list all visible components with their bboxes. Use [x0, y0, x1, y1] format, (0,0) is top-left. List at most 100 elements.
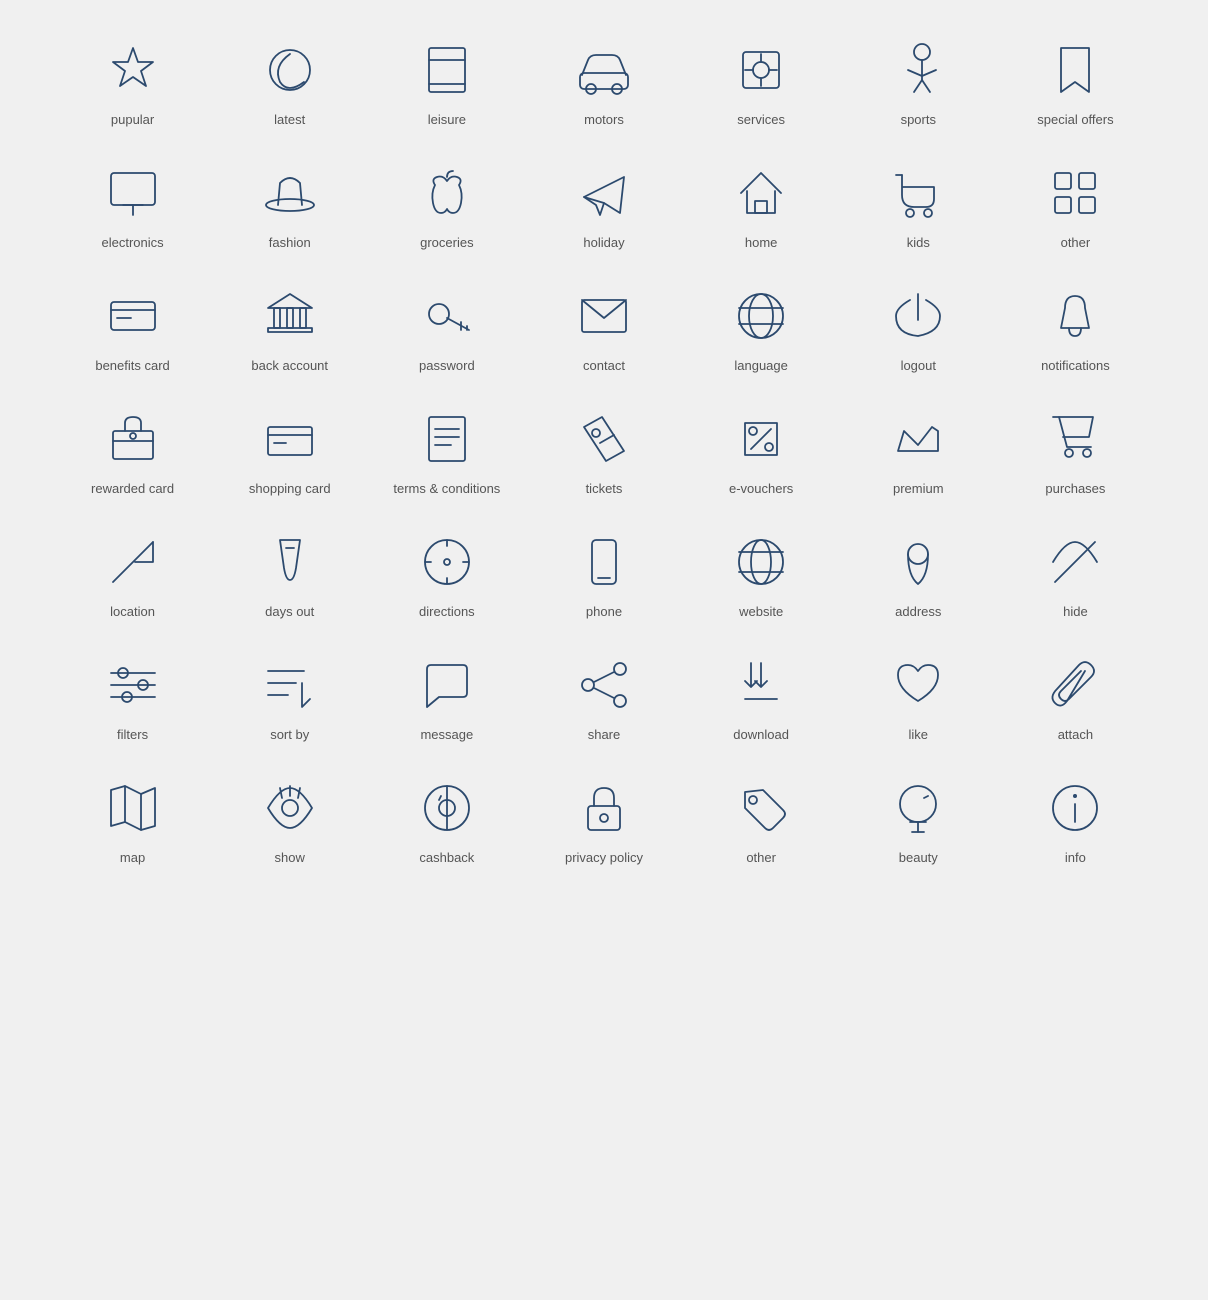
purchases-icon[interactable]: purchases	[997, 389, 1154, 512]
cashback-icon-svg	[417, 778, 477, 838]
fashion-icon[interactable]: fashion	[211, 143, 368, 266]
logout-icon[interactable]: logout	[840, 266, 997, 389]
icon-label: logout	[901, 358, 936, 373]
icon-label: message	[420, 727, 473, 742]
icon-label: terms & conditions	[393, 481, 500, 496]
notifications-icon[interactable]: notifications	[997, 266, 1154, 389]
password-icon-svg	[417, 286, 477, 346]
icon-label: show	[275, 850, 305, 865]
icon-label: e-vouchers	[729, 481, 793, 496]
fashion-icon-svg	[260, 163, 320, 223]
info-icon[interactable]: info	[997, 758, 1154, 881]
sports-icon[interactable]: sports	[840, 20, 997, 143]
address-icon[interactable]: address	[840, 512, 997, 635]
privacy-icon[interactable]: privacy policy	[525, 758, 682, 881]
icon-label: fashion	[269, 235, 311, 250]
services-icon[interactable]: services	[683, 20, 840, 143]
phone-icon[interactable]: phone	[525, 512, 682, 635]
icon-label: share	[588, 727, 621, 742]
icon-label: days out	[265, 604, 314, 619]
hide-icon[interactable]: hide	[997, 512, 1154, 635]
share-icon[interactable]: share	[525, 635, 682, 758]
sports-icon-svg	[888, 40, 948, 100]
other-icon-2[interactable]: other	[683, 758, 840, 881]
days-out-icon[interactable]: days out	[211, 512, 368, 635]
days-out-icon-svg	[260, 532, 320, 592]
map-icon-svg	[103, 778, 163, 838]
terms-icon[interactable]: terms & conditions	[368, 389, 525, 512]
kids-icon[interactable]: kids	[840, 143, 997, 266]
share-icon-svg	[574, 655, 634, 715]
website-icon[interactable]: website	[683, 512, 840, 635]
filters-icon[interactable]: filters	[54, 635, 211, 758]
rewarded-card-icon[interactable]: rewarded card	[54, 389, 211, 512]
attach-icon[interactable]: attach	[997, 635, 1154, 758]
like-icon-svg	[888, 655, 948, 715]
attach-icon-svg	[1045, 655, 1105, 715]
icon-label: info	[1065, 850, 1086, 865]
leisure-icon[interactable]: leisure	[368, 20, 525, 143]
icon-label: purchases	[1045, 481, 1105, 496]
show-icon[interactable]: show	[211, 758, 368, 881]
icon-label: premium	[893, 481, 944, 496]
cashback-icon[interactable]: cashback	[368, 758, 525, 881]
evouchers-icon[interactable]: e-vouchers	[683, 389, 840, 512]
download-icon-svg	[731, 655, 791, 715]
other-icon-1[interactable]: other	[997, 143, 1154, 266]
password-icon[interactable]: password	[368, 266, 525, 389]
popular-icon[interactable]: pupular	[54, 20, 211, 143]
language-icon-svg	[731, 286, 791, 346]
rewarded-card-icon-svg	[103, 409, 163, 469]
location-icon-svg	[103, 532, 163, 592]
benefits-card-icon-svg	[103, 286, 163, 346]
home-icon-svg	[731, 163, 791, 223]
filters-icon-svg	[103, 655, 163, 715]
tickets-icon[interactable]: tickets	[525, 389, 682, 512]
icon-label: special offers	[1037, 112, 1113, 127]
premium-icon[interactable]: premium	[840, 389, 997, 512]
popular-icon-svg	[103, 40, 163, 100]
premium-icon-svg	[888, 409, 948, 469]
icon-label: groceries	[420, 235, 473, 250]
map-icon[interactable]: map	[54, 758, 211, 881]
purchases-icon-svg	[1045, 409, 1105, 469]
icon-label: website	[739, 604, 783, 619]
beauty-icon[interactable]: beauty	[840, 758, 997, 881]
sort-by-icon[interactable]: sort by	[211, 635, 368, 758]
home-icon[interactable]: home	[683, 143, 840, 266]
message-icon[interactable]: message	[368, 635, 525, 758]
icon-label: rewarded card	[91, 481, 174, 496]
kids-icon-svg	[888, 163, 948, 223]
icon-label: download	[733, 727, 789, 742]
shopping-card-icon-svg	[260, 409, 320, 469]
groceries-icon[interactable]: groceries	[368, 143, 525, 266]
contact-icon[interactable]: contact	[525, 266, 682, 389]
icon-label: leisure	[428, 112, 466, 127]
hide-icon-svg	[1045, 532, 1105, 592]
holiday-icon[interactable]: holiday	[525, 143, 682, 266]
special-offers-icon-svg	[1045, 40, 1105, 100]
language-icon[interactable]: language	[683, 266, 840, 389]
electronics-icon-svg	[103, 163, 163, 223]
latest-icon[interactable]: latest	[211, 20, 368, 143]
icon-label: location	[110, 604, 155, 619]
latest-icon-svg	[260, 40, 320, 100]
evouchers-icon-svg	[731, 409, 791, 469]
location-icon[interactable]: location	[54, 512, 211, 635]
icon-grid: pupular latest leisure motorsservicessports…	[54, 20, 1154, 881]
icon-label: privacy policy	[565, 850, 643, 865]
download-icon[interactable]: download	[683, 635, 840, 758]
icon-label: address	[895, 604, 941, 619]
back-account-icon[interactable]: back account	[211, 266, 368, 389]
directions-icon[interactable]: directions	[368, 512, 525, 635]
terms-icon-svg	[417, 409, 477, 469]
motors-icon[interactable]: motors	[525, 20, 682, 143]
benefits-card-icon[interactable]: benefits card	[54, 266, 211, 389]
address-icon-svg	[888, 532, 948, 592]
special-offers-icon[interactable]: special offers	[997, 20, 1154, 143]
icon-label: back account	[251, 358, 328, 373]
shopping-card-icon[interactable]: shopping card	[211, 389, 368, 512]
icon-label: pupular	[111, 112, 154, 127]
like-icon[interactable]: like	[840, 635, 997, 758]
electronics-icon[interactable]: electronics	[54, 143, 211, 266]
